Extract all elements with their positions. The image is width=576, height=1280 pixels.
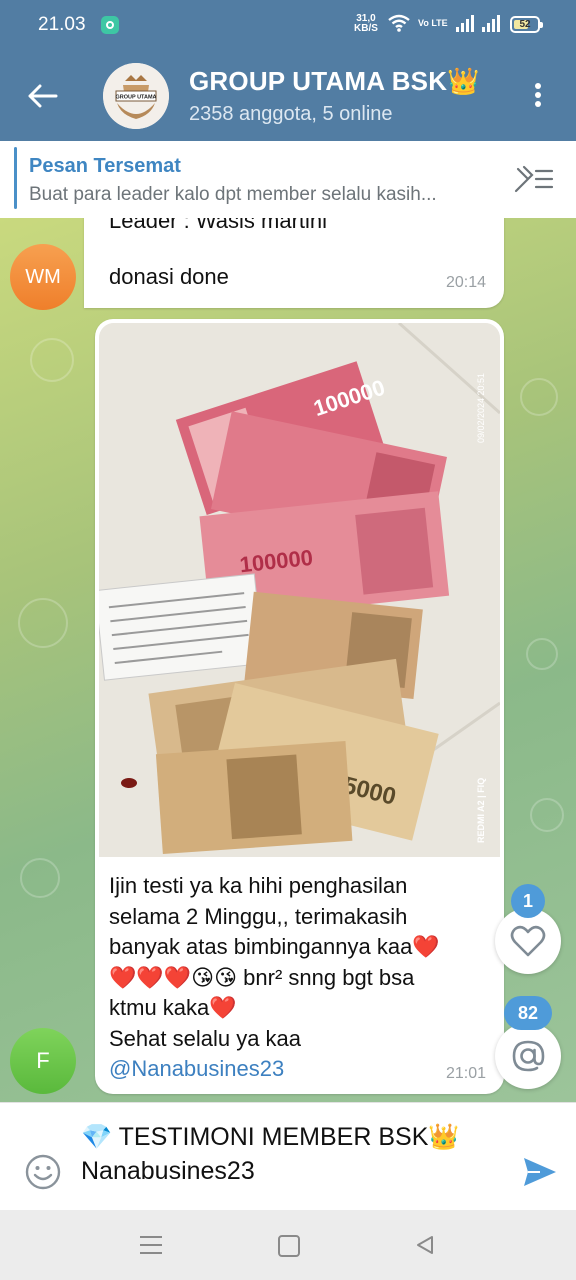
group-avatar[interactable]: GROUP UTAMA bbox=[103, 63, 169, 129]
at-sign-icon bbox=[512, 1040, 545, 1072]
mentions-count-badge: 82 bbox=[504, 996, 552, 1030]
message-bubble[interactable]: Leader : Wasis martini donasi done 20:14 bbox=[84, 218, 504, 308]
battery-icon: 52 bbox=[510, 16, 543, 33]
back-arrow-icon[interactable] bbox=[28, 84, 58, 108]
pinned-text: Buat para leader kalo dpt member selalu … bbox=[29, 184, 437, 205]
message-photo[interactable]: 100000 100000 5000 09/02/2024 20:51 REDM… bbox=[99, 323, 500, 857]
system-navigation-bar bbox=[0, 1210, 576, 1280]
message-line: banyak atas bimbingannya kaa❤️ bbox=[109, 934, 440, 959]
network-speed-unit: KB/S bbox=[354, 23, 378, 34]
pinned-list-icon[interactable] bbox=[514, 165, 556, 195]
emoji-icon[interactable] bbox=[24, 1153, 62, 1191]
avatar[interactable]: WM bbox=[10, 244, 76, 310]
send-icon[interactable] bbox=[522, 1155, 558, 1189]
signal-icon-2 bbox=[481, 14, 500, 32]
app-notification-icon bbox=[101, 16, 119, 34]
mention-link[interactable]: @Nanabusines23 bbox=[109, 1056, 284, 1081]
group-logo-text: GROUP UTAMA bbox=[115, 95, 156, 101]
member-count: 2358 anggota, 5 online bbox=[189, 103, 393, 125]
pinned-indicator bbox=[14, 147, 17, 209]
message-input-line[interactable]: 💎 TESTIMONI MEMBER BSK👑 bbox=[81, 1123, 460, 1152]
wifi-icon bbox=[388, 14, 410, 32]
nav-back-icon[interactable] bbox=[414, 1234, 436, 1256]
home-icon[interactable] bbox=[278, 1235, 300, 1257]
reactions-count-badge: 1 bbox=[511, 884, 545, 918]
chat-area[interactable]: WM Leader : Wasis martini donasi done 20… bbox=[0, 218, 576, 1102]
message-input-line[interactable]: Nanabusines23 bbox=[81, 1157, 255, 1186]
photo-date-stamp: 09/02/2024 20:51 bbox=[476, 373, 486, 443]
battery-level: 52 bbox=[519, 19, 531, 30]
mentions-button[interactable] bbox=[495, 1023, 561, 1089]
message-time: 21:01 bbox=[445, 1065, 486, 1082]
message-line: ktmu kaka❤️ bbox=[109, 995, 237, 1020]
message-text: donasi done bbox=[109, 264, 229, 289]
group-title[interactable]: GROUP UTAMA BSK👑 bbox=[189, 66, 480, 97]
message-text: Ijin testi ya ka hihi penghasilan selama… bbox=[109, 871, 489, 1085]
avatar[interactable]: F bbox=[10, 1028, 76, 1094]
message-line: Sehat selalu ya kaa bbox=[109, 1025, 302, 1051]
recent-apps-icon[interactable] bbox=[140, 1235, 162, 1255]
message-text: Leader : Wasis martini bbox=[109, 218, 328, 233]
message-line: ❤️❤️❤️😘😘 bnr² snng bgt bsa bbox=[109, 964, 415, 990]
pinned-message-bar[interactable]: Pesan Tersemat Buat para leader kalo dpt… bbox=[0, 141, 576, 219]
pinned-title: Pesan Tersemat bbox=[29, 155, 181, 177]
status-icons: Vo LTE bbox=[388, 14, 500, 32]
message-line: Ijin testi ya ka hihi penghasilan bbox=[109, 873, 408, 898]
volte-icon: Vo LTE bbox=[418, 17, 448, 28]
banknotes-photo: 100000 100000 5000 09/02/2024 20:51 REDM… bbox=[99, 323, 500, 857]
more-options-icon[interactable] bbox=[528, 80, 548, 110]
message-line: selama 2 Minggu,, terimakasih bbox=[109, 903, 408, 929]
network-speed: 31,0 KB/S bbox=[354, 14, 378, 34]
group-logo-icon: GROUP UTAMA bbox=[103, 63, 169, 129]
message-input-bar: 💎 TESTIMONI MEMBER BSK👑 Nanabusines23 bbox=[0, 1102, 576, 1211]
photo-device-stamp: REDMI A2 | FIQ bbox=[476, 778, 486, 843]
status-time: 21.03 bbox=[38, 14, 86, 35]
status-bar: 21.03 31,0 KB/S Vo LTE 52 bbox=[0, 0, 576, 50]
chat-header: GROUP UTAMA GROUP UTAMA BSK👑 2358 anggot… bbox=[0, 50, 576, 141]
message-time: 20:14 bbox=[445, 274, 486, 291]
photo-message-bubble[interactable]: 100000 100000 5000 09/02/2024 20:51 REDM… bbox=[95, 319, 504, 1094]
signal-icon-1 bbox=[455, 14, 474, 32]
